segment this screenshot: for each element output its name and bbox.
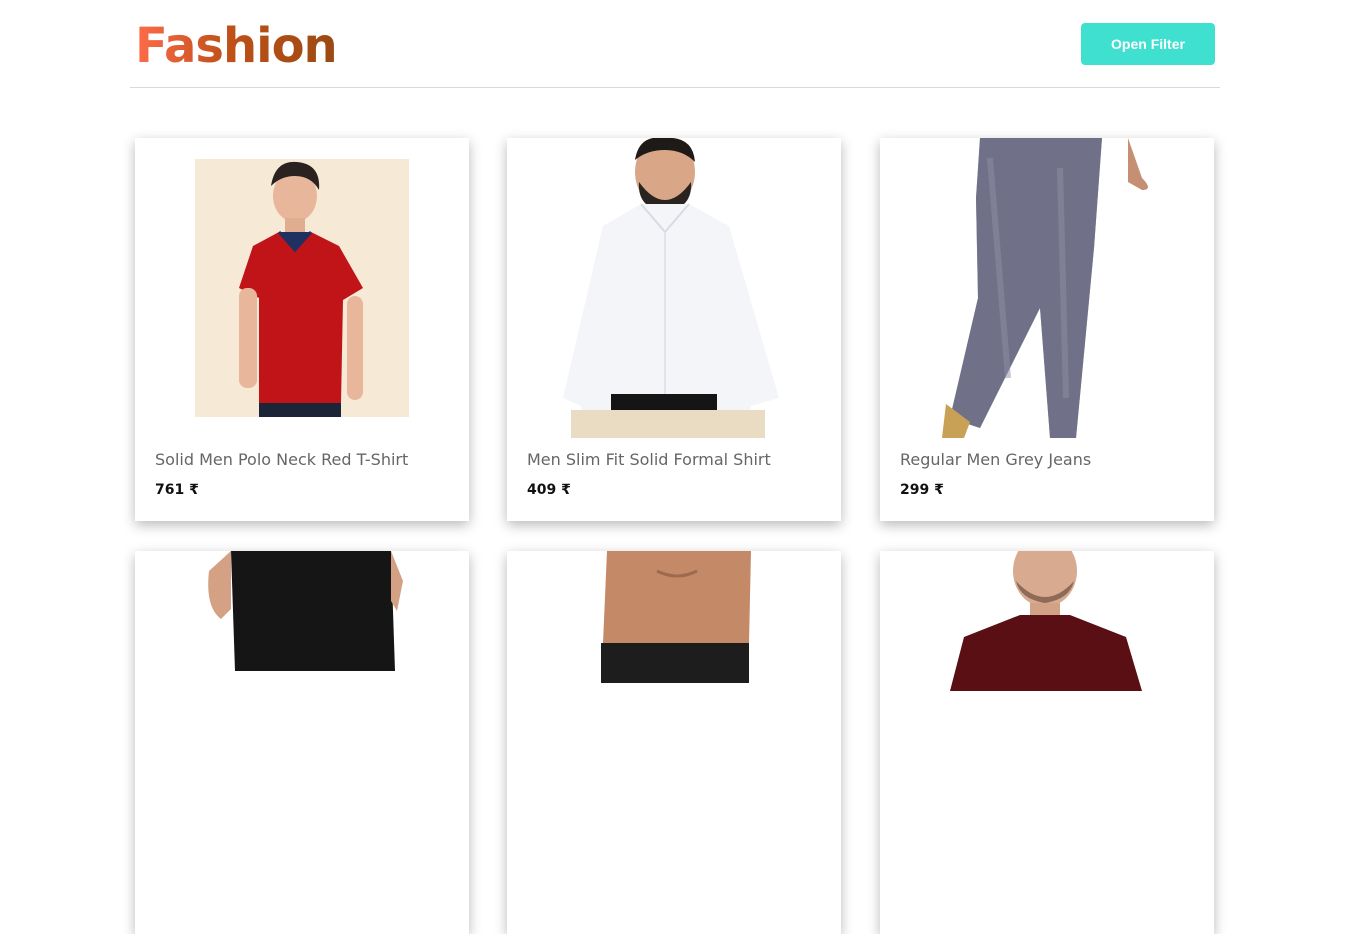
product-image — [135, 551, 469, 851]
product-price: 409 ₹ — [527, 482, 571, 498]
product-title: Regular Men Grey Jeans — [900, 450, 1092, 469]
open-filter-button[interactable]: Open Filter — [1081, 23, 1215, 65]
product-image — [507, 551, 841, 851]
product-title: Men Slim Fit Solid Formal Shirt — [527, 450, 771, 469]
product-image — [880, 551, 1214, 851]
product-card[interactable]: Solid Men Polo Neck Red T-Shirt 761 ₹ — [135, 138, 469, 521]
product-price: 761 ₹ — [155, 482, 199, 498]
brand-logo: Fashion — [135, 14, 338, 78]
page-header: Fashion Open Filter — [130, 0, 1220, 88]
product-image — [507, 138, 841, 438]
product-price: 299 ₹ — [900, 482, 944, 498]
product-card[interactable] — [507, 551, 841, 934]
product-card[interactable] — [135, 551, 469, 934]
product-image — [880, 138, 1214, 438]
product-image — [195, 159, 409, 417]
product-card[interactable] — [880, 551, 1214, 934]
product-card[interactable]: Men Slim Fit Solid Formal Shirt 409 ₹ — [507, 138, 841, 521]
product-card[interactable]: Regular Men Grey Jeans 299 ₹ — [880, 138, 1214, 521]
product-title: Solid Men Polo Neck Red T-Shirt — [155, 450, 409, 469]
